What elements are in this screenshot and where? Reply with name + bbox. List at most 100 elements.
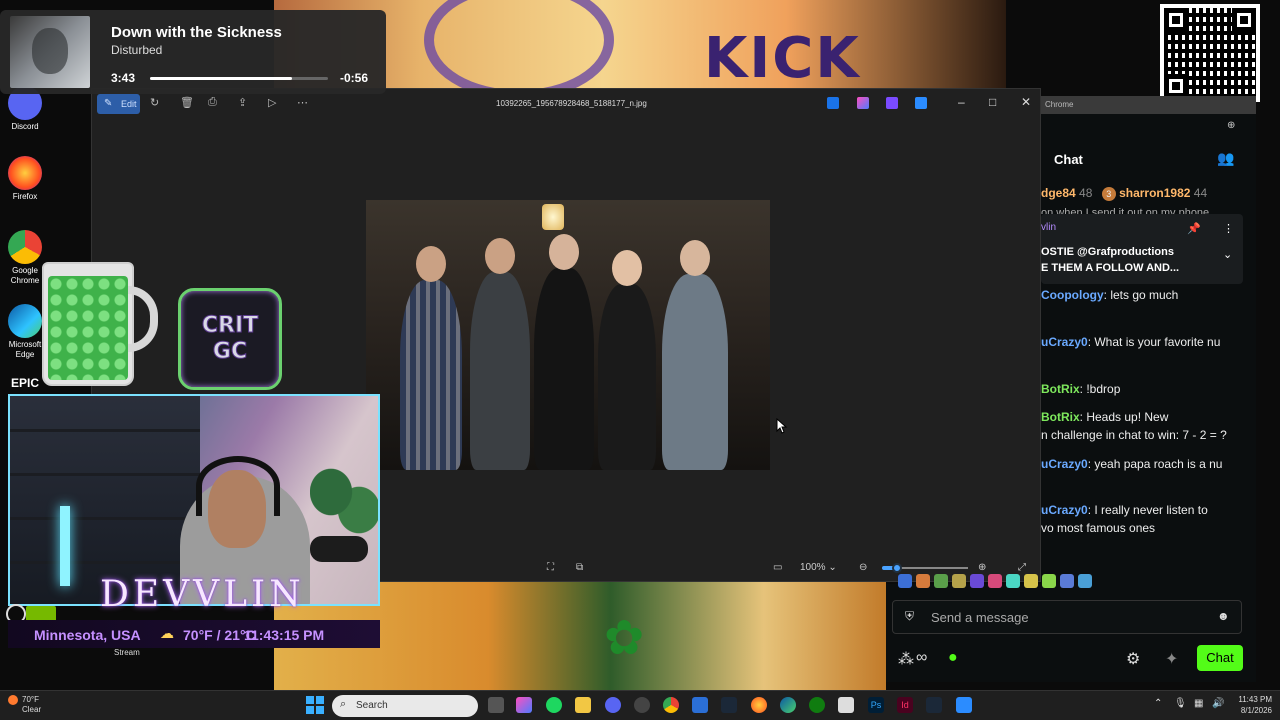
microphone-icon[interactable]: 🎙 xyxy=(1174,698,1187,709)
photos-icon[interactable] xyxy=(956,697,972,713)
close-icon[interactable]: ✕ xyxy=(1021,95,1031,109)
start-button[interactable] xyxy=(306,696,324,714)
edge-icon[interactable] xyxy=(780,697,796,713)
chat-message-cut: on when I send it out on my phone xyxy=(1041,207,1210,214)
print-icon[interactable]: ⎙ xyxy=(208,96,217,109)
emote[interactable] xyxy=(1042,574,1056,588)
taskbar-search[interactable]: ⌕ Search xyxy=(332,695,478,717)
edit-button[interactable]: ✎ Edit xyxy=(97,94,140,114)
emote[interactable] xyxy=(934,574,948,588)
task-view-icon[interactable] xyxy=(488,697,504,713)
chat-username[interactable]: uCrazy0 xyxy=(1041,335,1088,349)
zoom-out-icon[interactable]: ⊖ xyxy=(859,562,867,573)
settings-alt-icon[interactable]: ✦ xyxy=(1165,649,1178,669)
emote-bar xyxy=(898,574,1128,594)
actual-size-icon[interactable]: ⧉ xyxy=(576,562,583,573)
zoom-icon[interactable]: ⊕ xyxy=(1227,120,1235,131)
chat-username[interactable]: uCrazy0 xyxy=(1041,457,1088,471)
photoshop-icon[interactable]: Ps xyxy=(868,697,884,713)
desktop-icon-firefox[interactable]: Firefox xyxy=(2,156,48,202)
discord-icon[interactable] xyxy=(605,697,621,713)
fit-icon[interactable]: ⛶ xyxy=(547,562,554,573)
chat-input[interactable]: ⛨ Send a message ☻ xyxy=(892,600,1242,634)
minimize-icon[interactable]: – xyxy=(958,95,965,109)
emote[interactable] xyxy=(1060,574,1074,588)
search-icon: ⌕ xyxy=(340,698,347,710)
photo-filename: 10392265_195678928468_5188177_n.jpg xyxy=(496,99,647,108)
chat-text: vo most famous ones xyxy=(1041,521,1156,535)
top-gifters: dge84 48 3 sharron1982 44 xyxy=(1041,184,1246,202)
more-icon[interactable]: ⋯ xyxy=(297,96,308,109)
slideshow-icon[interactable]: ▷ xyxy=(268,96,276,109)
spotify-icon[interactable] xyxy=(546,697,562,713)
desktop: KICK ✿ Discord Firefox Google Chrome Mic… xyxy=(0,0,1280,720)
emote[interactable] xyxy=(952,574,966,588)
pin-icon[interactable]: 📌 xyxy=(1187,222,1201,235)
chevron-down-icon[interactable]: ⌄ xyxy=(1223,248,1232,261)
chevron-up-icon[interactable]: ⌃ xyxy=(1154,698,1162,709)
plant xyxy=(310,456,378,546)
delete-icon[interactable]: 🗑 xyxy=(180,96,194,109)
chrome-icon[interactable] xyxy=(663,697,679,713)
xbox-icon[interactable] xyxy=(809,697,825,713)
logo-text: CRIT xyxy=(201,313,259,339)
taskbar-clock[interactable]: 11:43 PM 8/1/2026 xyxy=(1224,694,1272,716)
zoom-slider-knob[interactable] xyxy=(892,563,902,573)
app-icon[interactable] xyxy=(827,97,839,109)
emote[interactable] xyxy=(1078,574,1092,588)
gifter-name[interactable]: dge84 xyxy=(1041,186,1076,200)
chat-username[interactable]: BotRix xyxy=(1041,410,1080,424)
emote[interactable] xyxy=(898,574,912,588)
kick-badge-icon[interactable]: ● xyxy=(948,649,958,667)
emote[interactable] xyxy=(916,574,930,588)
firefox-icon[interactable] xyxy=(751,697,767,713)
file-explorer-icon[interactable] xyxy=(575,697,591,713)
desktop-icon-label: Firefox xyxy=(12,192,38,201)
zoom-in-icon[interactable]: ⊕ xyxy=(978,562,986,573)
chrome-window-tab[interactable]: Chrome xyxy=(1041,96,1256,114)
steam-icon[interactable] xyxy=(721,697,737,713)
send-chat-button[interactable]: Chat xyxy=(1197,645,1243,671)
share-icon[interactable]: ⇪ xyxy=(238,96,247,109)
gift-icon[interactable]: ⁂ xyxy=(898,649,914,669)
emote[interactable] xyxy=(1024,574,1038,588)
indesign-icon[interactable]: Id xyxy=(897,697,913,713)
weather-widget[interactable]: 70°F Clear xyxy=(8,695,41,715)
head xyxy=(680,240,710,276)
app-icon[interactable] xyxy=(838,697,854,713)
app-icon[interactable] xyxy=(857,97,869,109)
fullscreen-frame-icon[interactable]: ▭ xyxy=(773,562,782,573)
steam-icon[interactable] xyxy=(926,697,942,713)
gifter-name[interactable]: sharron1982 xyxy=(1119,186,1190,200)
chat-text: : I really never listen to xyxy=(1087,503,1208,517)
chat-message: vo most famous ones xyxy=(1041,519,1246,537)
emote[interactable] xyxy=(970,574,984,588)
maximize-icon[interactable]: □ xyxy=(989,95,996,109)
expand-icon[interactable]: ⤢ xyxy=(1018,562,1026,573)
copilot-icon[interactable] xyxy=(516,697,532,713)
volume-icon[interactable]: 🔊 xyxy=(1212,698,1224,709)
pinned-author[interactable]: vlin xyxy=(1041,222,1056,233)
emote[interactable] xyxy=(1006,574,1020,588)
network-icon[interactable]: ▦ xyxy=(1194,698,1203,709)
emote[interactable] xyxy=(988,574,1002,588)
chat-username[interactable]: BotRix xyxy=(1041,382,1080,396)
onedrive-icon[interactable] xyxy=(915,97,927,109)
chat-username[interactable]: Coopology xyxy=(1041,288,1104,302)
infinity-icon[interactable]: ∞ xyxy=(916,649,927,667)
kebab-menu-icon[interactable]: ⋮ xyxy=(1223,222,1234,235)
obs-icon[interactable] xyxy=(634,697,650,713)
gear-icon[interactable]: ⚙ xyxy=(1126,649,1140,669)
rank-badge: 3 xyxy=(1101,187,1116,201)
pinned-message: vlin 📌 ⋮ OSTIE @Grafproductions E THEM A… xyxy=(1041,214,1243,284)
gifter-count: 48 xyxy=(1079,186,1093,200)
store-icon[interactable] xyxy=(692,697,708,713)
head xyxy=(485,238,515,274)
users-icon[interactable]: 👥 xyxy=(1217,150,1234,167)
emoji-icon[interactable]: ☻ xyxy=(1217,609,1230,623)
partly-cloudy-icon: ☁ xyxy=(160,625,174,641)
chat-username[interactable]: uCrazy0 xyxy=(1041,503,1088,517)
app-icon[interactable] xyxy=(886,97,898,109)
zoom-select[interactable]: 100% ⌄ xyxy=(800,562,837,573)
rotate-icon[interactable]: ↻ xyxy=(150,96,159,109)
